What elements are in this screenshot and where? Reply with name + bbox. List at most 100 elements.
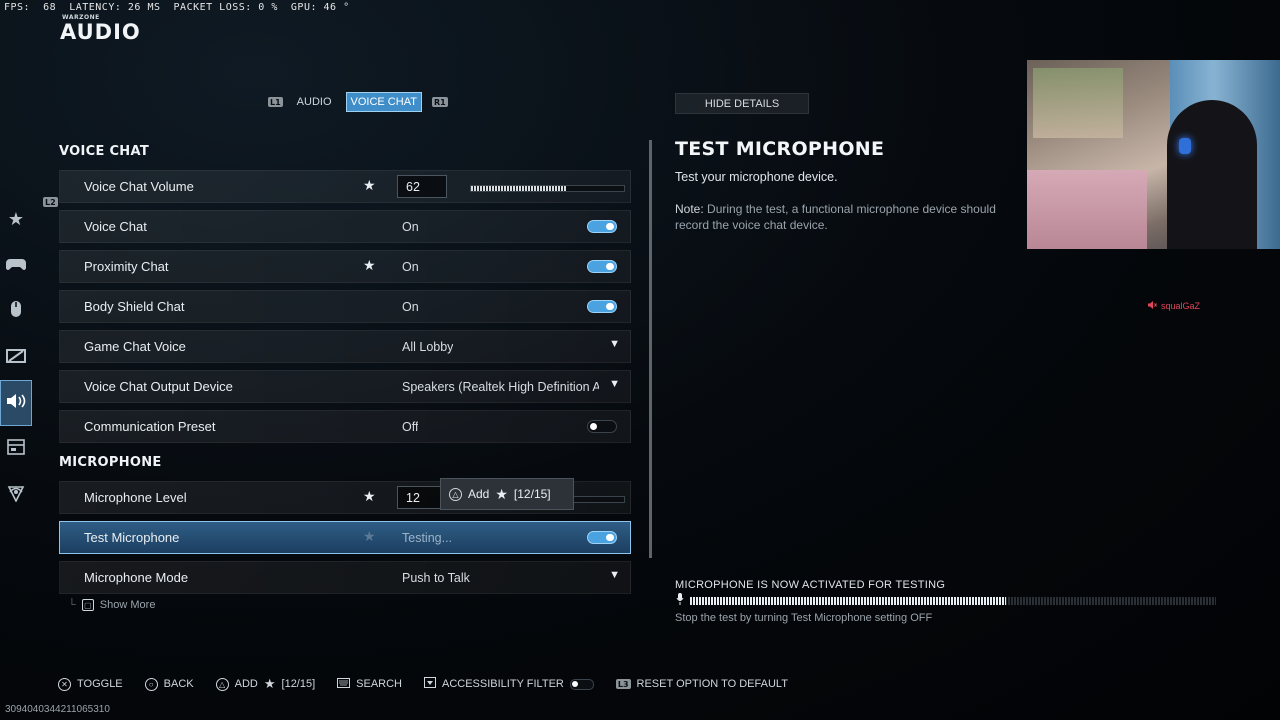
- network-icon: [6, 484, 26, 507]
- row-voice-chat-volume[interactable]: Voice Chat Volume ★ 62: [59, 170, 631, 203]
- section-microphone: MICROPHONE: [59, 455, 162, 470]
- show-more[interactable]: └ ▢ Show More: [68, 599, 155, 611]
- voice-chat-user: squalGaZ: [1148, 301, 1200, 311]
- rail-graphics[interactable]: [0, 334, 32, 380]
- show-more-label: Show More: [99, 599, 156, 611]
- star-icon: ★: [263, 676, 276, 691]
- setting-label: Game Chat Voice: [84, 339, 186, 354]
- detail-description: Test your microphone device.: [675, 170, 838, 184]
- r1-button-icon[interactable]: R1: [431, 97, 448, 107]
- footer-reset[interactable]: L3 RESET OPTION TO DEFAULT: [615, 678, 788, 690]
- tab-audio[interactable]: AUDIO: [293, 93, 336, 111]
- tab-bar: L1 AUDIO VOICE CHAT R1: [268, 92, 448, 112]
- rail-audio[interactable]: [0, 380, 32, 426]
- headset-light-icon: [1179, 138, 1191, 154]
- note-label: Note:: [675, 202, 704, 216]
- mic-level-meter: [676, 593, 1216, 606]
- tab-voice-chat[interactable]: VOICE CHAT: [345, 92, 422, 112]
- setting-value: Push to Talk: [402, 571, 470, 585]
- proximity-chat-toggle[interactable]: [587, 260, 617, 273]
- accessibility-filter-toggle[interactable]: [569, 678, 594, 690]
- rail-network[interactable]: [0, 472, 32, 518]
- setting-value: On: [402, 260, 419, 274]
- footer-add-favorite[interactable]: △ ADD ★ [12/15]: [215, 676, 316, 692]
- touchpad-button-icon: ▢: [81, 599, 94, 611]
- settings-scrollbar[interactable]: [649, 140, 652, 558]
- cam-bed: [1027, 170, 1147, 249]
- detail-title: TEST MICROPHONE: [675, 138, 885, 160]
- setting-label: Microphone Level: [84, 490, 187, 505]
- row-voice-chat[interactable]: Voice Chat On: [59, 210, 631, 243]
- l3-button-icon: L3: [615, 679, 631, 689]
- category-rail: ★: [0, 196, 32, 518]
- cam-window: [1033, 68, 1123, 138]
- footer-toggle-label: TOGGLE: [77, 678, 123, 690]
- voice-chat-volume-input[interactable]: 62: [397, 175, 447, 198]
- rail-mouse[interactable]: [0, 288, 32, 334]
- circle-button-icon: ○: [144, 677, 158, 691]
- footer-accessibility-filter[interactable]: ACCESSIBILITY FILTER: [424, 677, 594, 691]
- rail-interface[interactable]: [0, 426, 32, 472]
- chevron-down-icon[interactable]: ▼: [609, 338, 620, 350]
- body-shield-chat-toggle[interactable]: [587, 300, 617, 313]
- footer-back[interactable]: ○ BACK: [144, 677, 194, 691]
- setting-label: Test Microphone: [84, 530, 180, 545]
- setting-value: All Lobby: [402, 340, 454, 354]
- test-microphone-toggle[interactable]: [587, 531, 617, 544]
- setting-value: Speakers (Realtek High Definition Aud: [402, 380, 599, 394]
- setting-value: Off: [402, 420, 419, 434]
- favorite-star-icon[interactable]: ★: [363, 257, 376, 274]
- note-text: During the test, a functional microphone…: [675, 202, 996, 232]
- performance-overlay: FPS: 68 LATENCY: 26 MS PACKET LOSS: 0 % …: [4, 2, 350, 13]
- webcam-overlay: [1027, 60, 1280, 249]
- footer-controls: ✕ TOGGLE ○ BACK △ ADD ★ [12/15] SEARCH A…: [58, 676, 788, 692]
- setting-value: On: [402, 300, 419, 314]
- favorite-star-icon[interactable]: ★: [363, 528, 376, 545]
- page-title: AUDIO: [60, 20, 141, 44]
- chevron-down-icon[interactable]: ▼: [609, 569, 620, 581]
- mouse-icon: [10, 300, 22, 323]
- setting-label: Microphone Mode: [84, 570, 189, 585]
- row-communication-preset[interactable]: Communication Preset Off: [59, 410, 631, 443]
- row-proximity-chat[interactable]: Proximity Chat ★ On: [59, 250, 631, 283]
- chevron-down-icon[interactable]: ▼: [609, 378, 620, 390]
- footer-search-label: SEARCH: [356, 678, 402, 690]
- footer-search[interactable]: SEARCH: [337, 677, 402, 691]
- l1-button-icon[interactable]: L1: [268, 97, 283, 107]
- slider-fill: [471, 186, 566, 191]
- mic-test-status: MICROPHONE IS NOW ACTIVATED FOR TESTING: [675, 579, 946, 591]
- voice-chat-toggle[interactable]: [587, 220, 617, 233]
- rail-controller[interactable]: [0, 242, 32, 288]
- setting-label: Proximity Chat: [84, 259, 169, 274]
- section-voice-chat: VOICE CHAT: [59, 144, 150, 159]
- footer-accessibility-label: ACCESSIBILITY FILTER: [442, 678, 564, 690]
- keyboard-icon: [337, 677, 351, 691]
- voice-chat-volume-slider[interactable]: [470, 185, 625, 192]
- triangle-button-icon: △: [215, 677, 229, 691]
- star-icon: ★: [7, 208, 25, 229]
- setting-value: On: [402, 220, 419, 234]
- row-microphone-mode[interactable]: Microphone Mode Push to Talk ▼: [59, 561, 631, 594]
- favorite-star-icon[interactable]: ★: [363, 488, 376, 505]
- row-test-microphone[interactable]: Test Microphone ★ Testing...: [59, 521, 631, 554]
- row-voice-chat-output-device[interactable]: Voice Chat Output Device Speakers (Realt…: [59, 370, 631, 403]
- row-game-chat-voice[interactable]: Game Chat Voice All Lobby ▼: [59, 330, 631, 363]
- row-body-shield-chat[interactable]: Body Shield Chat On: [59, 290, 631, 323]
- cam-person: [1167, 100, 1257, 249]
- footer-back-label: BACK: [163, 678, 194, 690]
- rail-favorites[interactable]: ★: [0, 196, 32, 242]
- footer-add-count: [12/15]: [281, 678, 316, 690]
- setting-label: Communication Preset: [84, 419, 216, 434]
- footer-reset-label: RESET OPTION TO DEFAULT: [636, 678, 788, 690]
- cross-button-icon: ✕: [58, 677, 71, 691]
- favorite-star-icon[interactable]: ★: [363, 177, 376, 194]
- filter-icon: [424, 677, 436, 691]
- setting-label: Voice Chat: [84, 219, 147, 234]
- communication-preset-toggle[interactable]: [587, 420, 617, 433]
- setting-label: Voice Chat Volume: [84, 179, 194, 194]
- hide-details-button[interactable]: HIDE DETAILS: [675, 93, 809, 114]
- footer-toggle[interactable]: ✕ TOGGLE: [58, 677, 123, 691]
- footer-add-label: ADD: [234, 678, 258, 690]
- setting-label: Body Shield Chat: [84, 299, 185, 314]
- interface-icon: [7, 438, 25, 460]
